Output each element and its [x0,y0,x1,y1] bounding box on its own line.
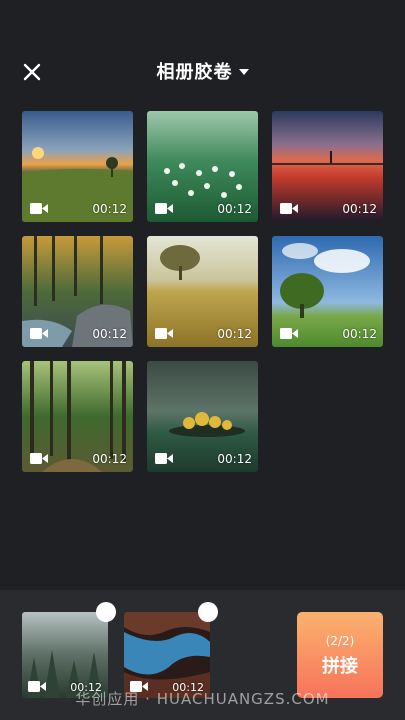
page-title: 相册胶卷 [156,62,233,83]
header: 相册胶卷 [0,50,405,94]
join-button[interactable]: (2/2) 拼接 [297,612,383,698]
media-item[interactable]: 00:12 [147,361,258,472]
caret-down-icon [238,68,249,75]
remove-clip-button[interactable] [198,602,218,622]
media-item[interactable]: 00:12 [22,236,133,347]
duration-label: 00:12 [217,327,252,341]
video-camera-icon [30,328,48,339]
video-camera-icon [155,203,173,214]
duration-label: 00:12 [92,327,127,341]
video-camera-icon [280,203,298,214]
duration-label: 00:12 [217,202,252,216]
selected-clip[interactable]: 00:12 [22,602,116,698]
duration-label: 00:12 [342,327,377,341]
video-camera-icon [30,453,48,464]
media-item[interactable]: 00:12 [22,361,133,472]
video-camera-icon [155,328,173,339]
watermark: 华创应用 · HUACHUANGZS.COM [75,690,330,708]
album-selector[interactable]: 相册胶卷 [0,58,405,84]
selection-count: (2/2) [325,634,355,648]
media-item[interactable]: 00:12 [147,236,258,347]
media-item[interactable]: 00:12 [272,111,383,222]
duration-label: 00:12 [92,202,127,216]
duration-label: 00:12 [342,202,377,216]
media-item[interactable]: 00:12 [22,111,133,222]
duration-label: 00:12 [92,452,127,466]
duration-label: 00:12 [217,452,252,466]
media-item[interactable]: 00:12 [272,236,383,347]
video-camera-icon [30,203,48,214]
video-camera-icon [280,328,298,339]
selected-clip[interactable]: 00:12 [124,602,218,698]
remove-clip-button[interactable] [96,602,116,622]
join-label: 拼接 [322,656,358,677]
video-camera-icon [155,453,173,464]
media-item[interactable]: 00:12 [147,111,258,222]
